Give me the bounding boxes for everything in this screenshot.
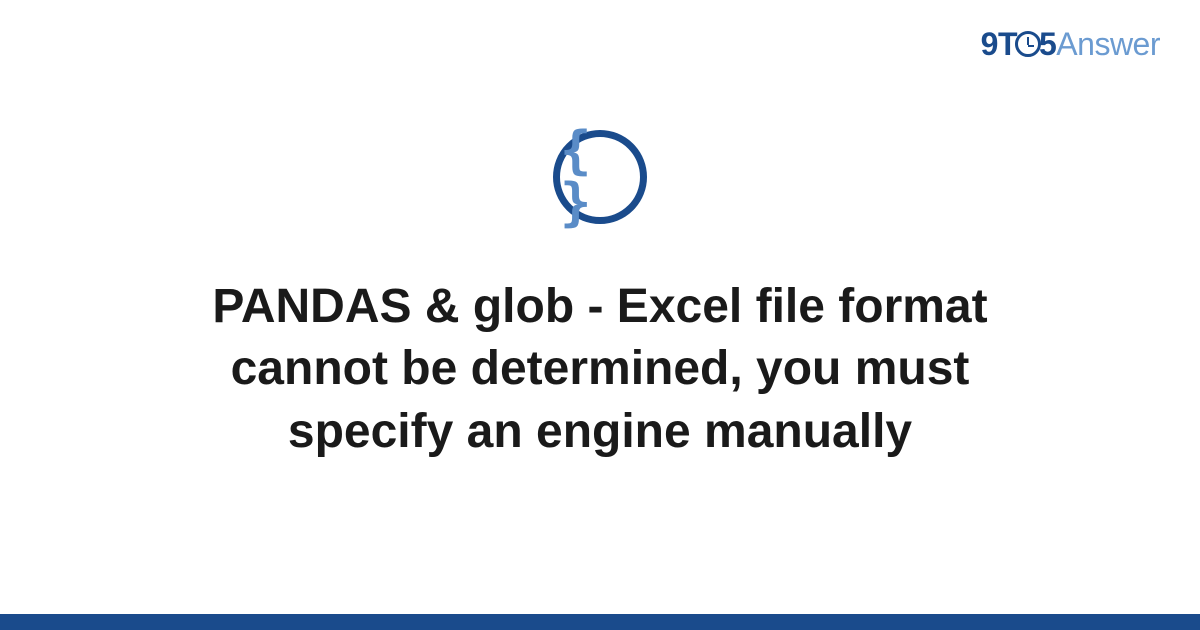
bottom-accent-bar — [0, 614, 1200, 630]
clock-icon — [1015, 31, 1041, 57]
logo-part-answer: Answer — [1056, 26, 1160, 62]
category-icon-circle: { } — [553, 130, 647, 224]
page-title: PANDAS & glob - Excel file format cannot… — [120, 276, 1080, 463]
logo-part-9t: 9T — [981, 26, 1017, 62]
logo-part-5: 5 — [1039, 26, 1056, 62]
site-logo: 9T 5Answer — [981, 26, 1160, 63]
main-content: { } PANDAS & glob - Excel file format ca… — [0, 130, 1200, 463]
code-braces-icon: { } — [560, 125, 640, 229]
